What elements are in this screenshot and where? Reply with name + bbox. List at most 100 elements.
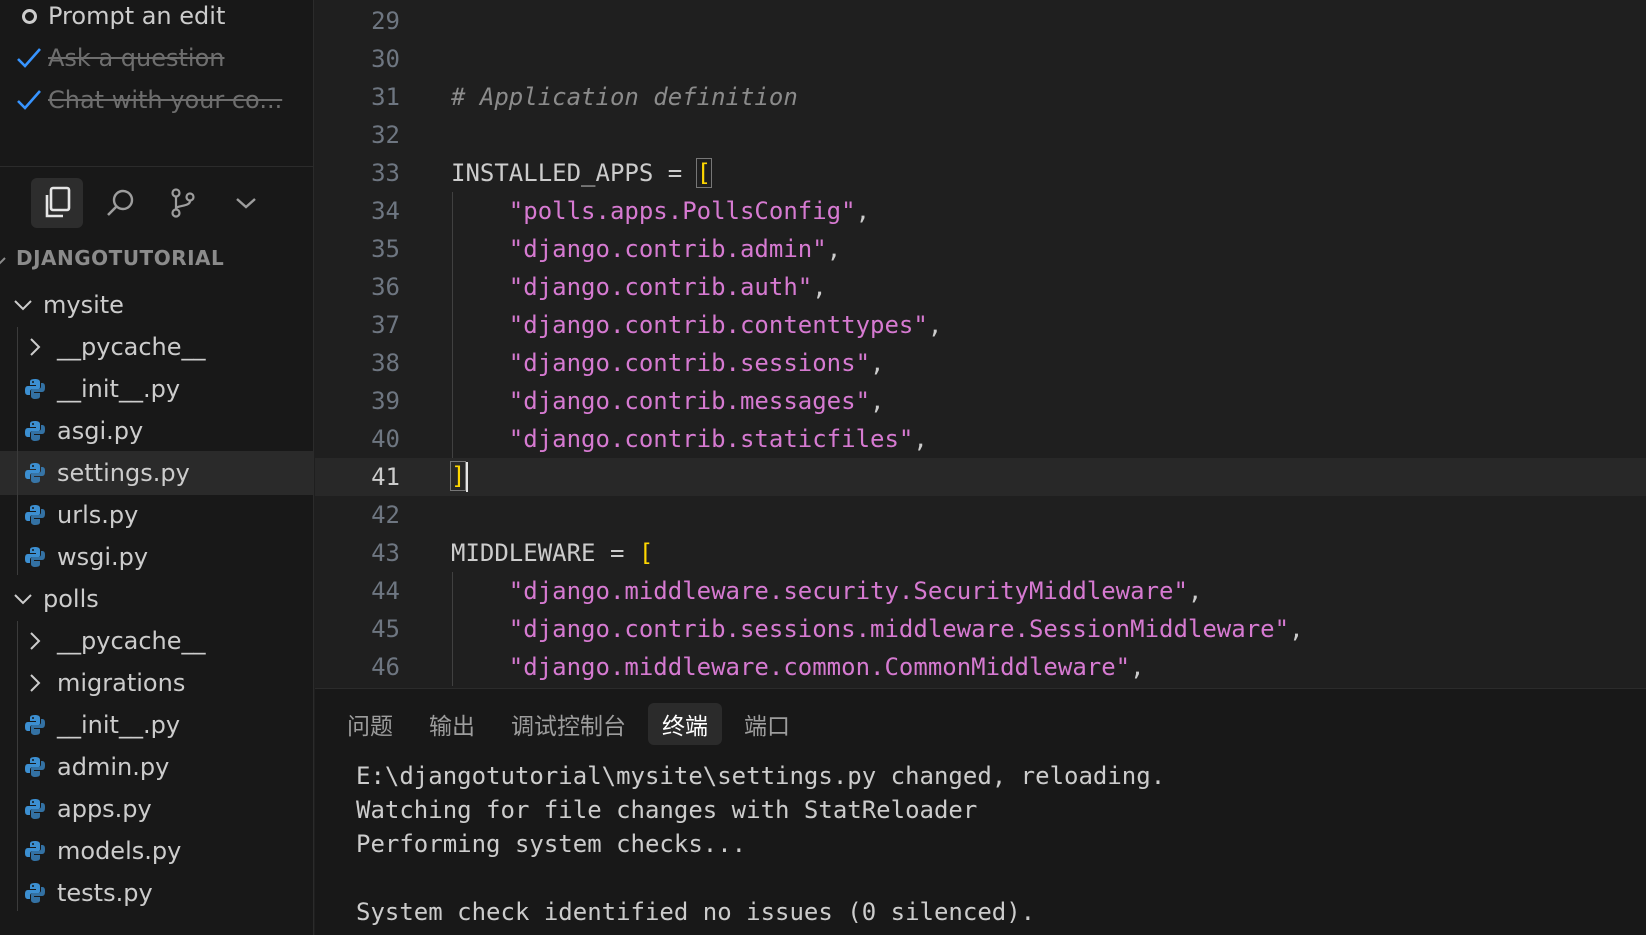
code-line: 33 INSTALLED_APPS = [ <box>315 154 1646 192</box>
chevron-right-icon <box>30 632 41 650</box>
file-item[interactable]: asgi.py <box>0 409 313 453</box>
tree-item-label: urls.py <box>57 501 139 529</box>
terminal-line: E:\djangotutorial\mysite\settings.py cha… <box>356 762 1166 790</box>
code-line: 46 "django.middleware.common.CommonMiddl… <box>315 648 1646 686</box>
file-item[interactable]: urls.py <box>0 493 313 537</box>
panel-tab[interactable]: 终端 <box>648 703 722 745</box>
tree-item-label: __pycache__ <box>57 333 206 361</box>
code-line: 30 <box>315 40 1646 78</box>
chevron-down-icon <box>12 588 34 610</box>
python-file-icon <box>25 715 45 735</box>
tree-item-label: admin.py <box>57 753 170 781</box>
file-item[interactable]: tests.py <box>0 871 313 915</box>
search-icon[interactable] <box>94 178 146 228</box>
code-editor[interactable]: 29 30 31 # Application definition 32 33 INSTAL… <box>315 0 1646 688</box>
python-file-icon <box>25 841 45 861</box>
line-number: 43 <box>371 539 400 567</box>
code-text: ] <box>449 461 469 492</box>
code-token: , <box>1130 653 1145 681</box>
line-number: 38 <box>371 349 400 377</box>
line-number: 34 <box>371 197 400 225</box>
line-number: 30 <box>371 45 400 73</box>
chevron-down-icon <box>12 294 34 316</box>
task-item[interactable]: Ask a question <box>10 36 224 80</box>
code-line: 39 "django.contrib.messages", <box>315 382 1646 420</box>
line-number: 45 <box>371 615 400 643</box>
folder-item[interactable]: __pycache__ <box>0 619 313 663</box>
check-icon <box>10 88 48 112</box>
code-token: "django.contrib.staticfiles" <box>508 425 914 453</box>
chevron-right-icon <box>24 672 46 694</box>
file-item[interactable]: wsgi.py <box>0 535 313 579</box>
task-item[interactable]: Chat with your co... <box>10 78 282 122</box>
ring-shape <box>21 8 37 24</box>
python-file-icon <box>24 798 46 820</box>
task-list: Prompt an edit Ask a question Chat with yo… <box>0 0 313 166</box>
code-line: 34 "polls.apps.PollsConfig", <box>315 192 1646 230</box>
python-file-icon <box>25 463 45 483</box>
code-token: "django.contrib.messages" <box>508 387 871 415</box>
line-number: 41 <box>371 463 400 491</box>
panel-tabs: 问题 输出 调试控制台 终端 端口 <box>333 703 812 745</box>
bottom-panel: 问题 输出 调试控制台 终端 端口 E:\djangotutorial\mysite\s… <box>315 688 1646 935</box>
code-line: 42 <box>315 496 1646 534</box>
terminal-line: System check identified no issues (0 sil… <box>356 898 1036 926</box>
check-icon <box>10 46 48 70</box>
code-text: "django.middleware.security.SecurityMidd… <box>451 577 1203 605</box>
terminal-line: Performing system checks... <box>356 830 747 858</box>
sidebar: Prompt an edit Ask a question Chat with yo… <box>0 0 314 935</box>
code-text: # Application definition <box>451 83 798 111</box>
code-line: 35 "django.contrib.admin", <box>315 230 1646 268</box>
tree-item-label: mysite <box>43 291 124 319</box>
terminal-output[interactable]: E:\djangotutorial\mysite\settings.py cha… <box>356 759 1165 929</box>
code-line: 37 "django.contrib.contenttypes", <box>315 306 1646 344</box>
code-text: "django.contrib.contenttypes", <box>451 311 942 339</box>
chevron-down-icon[interactable] <box>0 255 6 267</box>
python-file-icon <box>24 504 46 526</box>
code-line: 40 "django.contrib.staticfiles", <box>315 420 1646 458</box>
code-token: , <box>826 235 842 263</box>
tree-item-label: wsgi.py <box>57 543 149 571</box>
file-item[interactable]: models.py <box>0 829 313 873</box>
python-file-icon <box>24 420 46 442</box>
chevron-down-icon[interactable] <box>220 178 272 228</box>
code-token: MIDDLEWARE = <box>451 539 639 567</box>
tree-item-label: asgi.py <box>57 417 144 445</box>
line-number: 33 <box>371 159 400 187</box>
task-item[interactable]: Prompt an edit <box>10 0 225 38</box>
folder-item[interactable]: __pycache__ <box>0 325 313 369</box>
panel-tab[interactable]: 调试控制台 <box>497 703 640 745</box>
file-item[interactable]: settings.py <box>0 451 313 495</box>
file-item[interactable]: __init__.py <box>0 367 313 411</box>
chevron-right-icon <box>24 630 46 652</box>
file-item[interactable]: __init__.py <box>0 703 313 747</box>
code-token: "django.contrib.admin" <box>508 235 827 263</box>
source-control-icon[interactable] <box>157 178 209 228</box>
folder-item[interactable]: migrations <box>0 661 313 705</box>
panel-tab[interactable]: 输出 <box>415 703 489 745</box>
tree-item-label: models.py <box>57 837 182 865</box>
code-text: INSTALLED_APPS = [ <box>451 158 713 188</box>
file-item[interactable]: admin.py <box>0 745 313 789</box>
code-text: "polls.apps.PollsConfig", <box>451 197 870 225</box>
code-token: [ <box>695 158 713 188</box>
task-label: Chat with your co... <box>48 86 283 114</box>
folder-item[interactable]: polls <box>0 577 313 621</box>
folder-item[interactable]: mysite <box>0 283 313 327</box>
tree-item-label: tests.py <box>57 879 153 907</box>
code-token: , <box>870 349 885 377</box>
python-file-icon <box>25 379 45 399</box>
python-file-icon <box>24 714 46 736</box>
file-item[interactable]: apps.py <box>0 787 313 831</box>
code-text: "django.contrib.auth", <box>451 273 827 301</box>
code-token: INSTALLED_APPS = <box>451 159 697 187</box>
panel-tab[interactable]: 问题 <box>333 703 407 745</box>
code-token: , <box>812 273 827 301</box>
explorer-icon[interactable] <box>31 178 83 228</box>
panel-tab[interactable]: 端口 <box>730 703 804 745</box>
